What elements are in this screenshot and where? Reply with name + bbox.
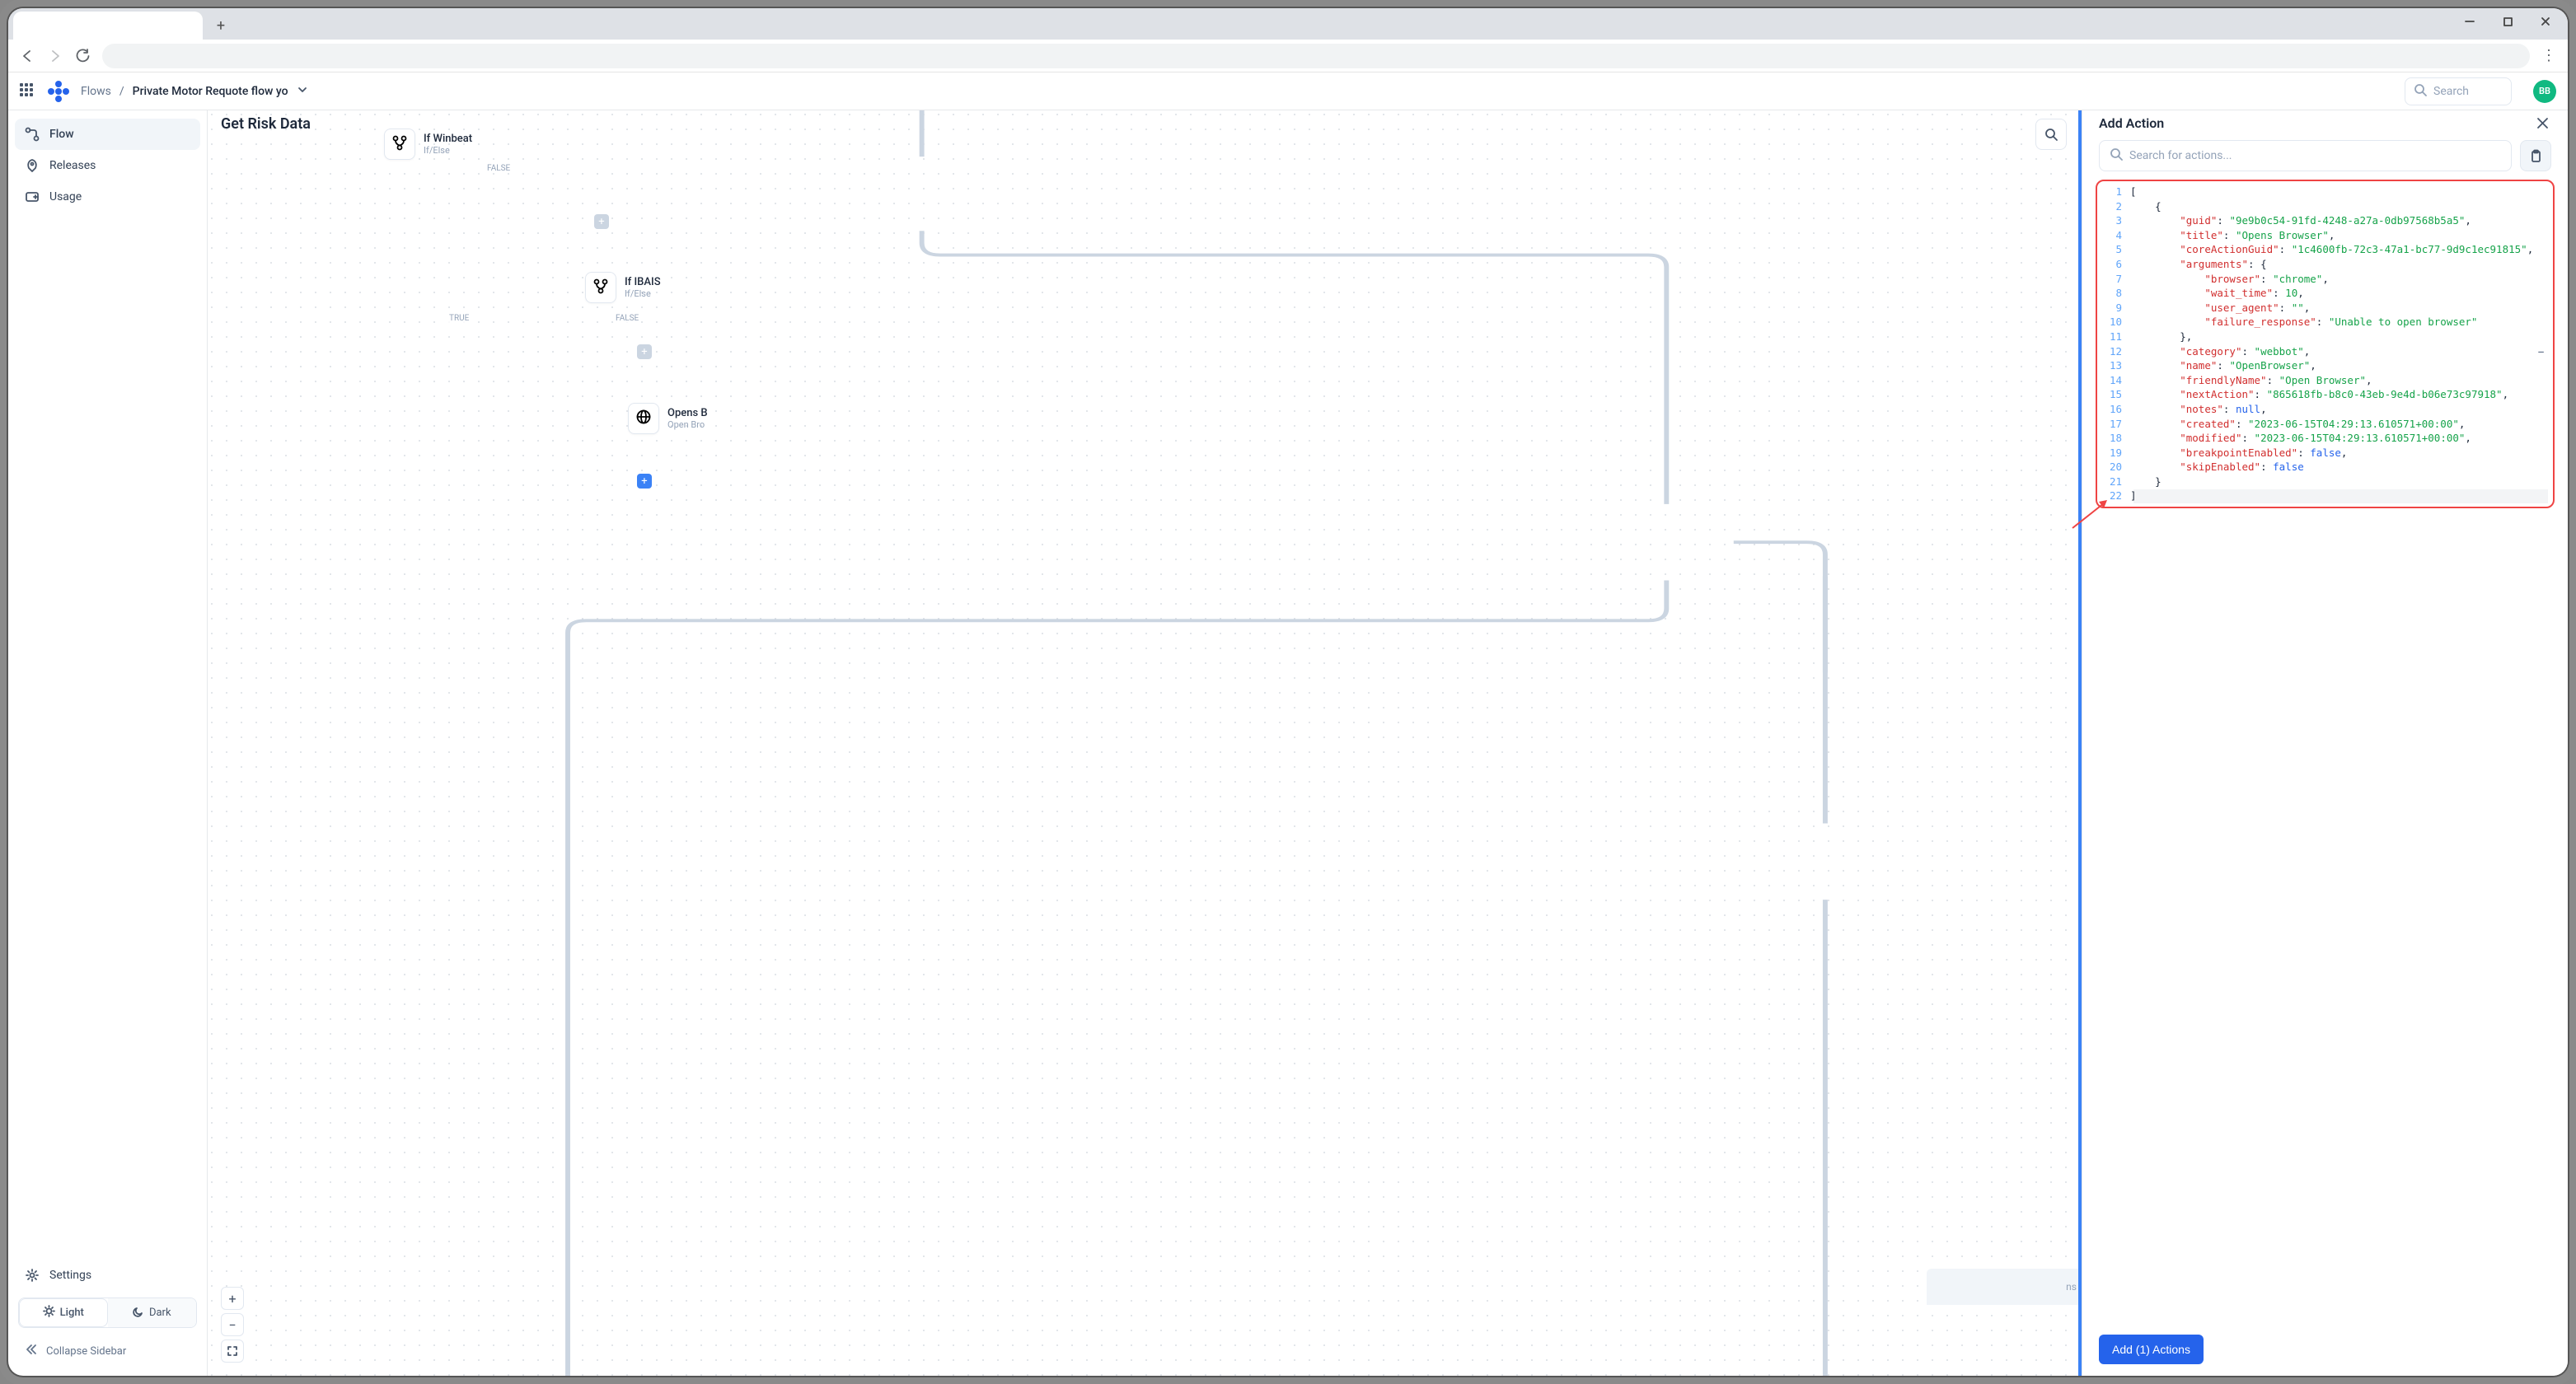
nav-reload-button[interactable]	[71, 44, 96, 68]
theme-dark-button[interactable]: Dark	[108, 1298, 197, 1327]
usage-icon	[25, 189, 40, 204]
window-close-button[interactable]	[2527, 8, 2564, 35]
add-action-panel: Add Action Search for actions... −	[2082, 110, 2568, 1376]
globe-icon	[635, 409, 652, 428]
clipboard-button[interactable]	[2520, 140, 2551, 171]
nav-forward-button[interactable]	[43, 44, 68, 68]
new-tab-button[interactable]: +	[209, 14, 232, 37]
breadcrumb-root[interactable]: Flows	[81, 85, 111, 98]
code-gutter: 12345678910111213141516171819202122	[2097, 185, 2130, 503]
flow-node-opens-browser[interactable]: Opens B Open Bro	[628, 403, 708, 434]
zoom-out-button[interactable]: −	[221, 1313, 244, 1336]
search-placeholder: Search	[2433, 85, 2469, 98]
action-search-input[interactable]: Search for actions...	[2099, 140, 2512, 171]
theme-light-button[interactable]: Light	[19, 1298, 108, 1327]
apps-grid-icon[interactable]	[20, 83, 36, 100]
global-search-input[interactable]: Search	[2405, 77, 2512, 105]
canvas-controls: + −	[221, 1287, 244, 1363]
node-title: If Winbeat	[424, 133, 472, 146]
node-title: If IBAIS	[625, 276, 661, 289]
sidebar-item-settings[interactable]: Settings	[15, 1260, 200, 1291]
sidebar-item-label: Usage	[49, 190, 82, 203]
edge-label: TRUE	[447, 314, 471, 323]
theme-light-label: Light	[60, 1307, 84, 1319]
node-subtitle: Open Bro	[667, 419, 708, 430]
add-node-button[interactable]: +	[594, 214, 609, 229]
browser-toolbar: ⋮	[8, 40, 2568, 72]
sidebar-item-releases[interactable]: Releases	[15, 150, 200, 181]
app-header: Flows / Private Motor Requote flow yo Se…	[8, 72, 2568, 110]
add-node-button[interactable]: +	[637, 474, 652, 489]
flow-node-winbeat[interactable]: If Winbeat If/Else	[384, 129, 472, 160]
branch-icon	[391, 134, 408, 154]
sun-icon	[43, 1305, 55, 1321]
browser-menu-button[interactable]: ⋮	[2536, 47, 2561, 64]
node-subtitle: If/Else	[424, 145, 472, 156]
window-maximize-button[interactable]	[2489, 8, 2527, 35]
canvas-search-button[interactable]	[2035, 119, 2067, 150]
flow-node-ibais[interactable]: If IBAIS If/Else	[585, 272, 661, 303]
code-editor[interactable]: − 12345678910111213141516171819202122 [ …	[2096, 180, 2555, 508]
theme-toggle: Light Dark	[18, 1298, 197, 1328]
sidebar-item-label: Releases	[49, 159, 96, 172]
theme-dark-label: Dark	[149, 1307, 171, 1319]
chevron-down-icon[interactable]	[297, 84, 308, 99]
code-source[interactable]: [ { "guid": "9e9b0c54-91fd-4248-a27a-0db…	[2130, 185, 2551, 503]
zoom-in-button[interactable]: +	[221, 1287, 244, 1310]
sidebar-item-label: Flow	[49, 128, 74, 141]
add-node-button[interactable]: +	[637, 344, 652, 359]
moon-icon	[133, 1306, 144, 1321]
settings-label: Settings	[49, 1269, 91, 1282]
edge-lines	[208, 110, 2082, 1376]
panel-resize-handle[interactable]	[2078, 110, 2082, 1376]
address-bar[interactable]	[102, 44, 2530, 68]
node-title: Opens B	[667, 407, 708, 420]
node-subtitle: If/Else	[625, 288, 661, 299]
flow-canvas[interactable]: Get Risk Data FALSE TRUE FALSE +	[208, 110, 2082, 1376]
search-icon	[2414, 83, 2427, 100]
avatar[interactable]: BB	[2533, 80, 2556, 103]
hover-preview: ns	[1927, 1269, 2082, 1305]
breadcrumb-separator: /	[119, 85, 124, 98]
panel-title: Add Action	[2099, 115, 2164, 131]
rocket-icon	[25, 158, 40, 173]
branch-icon	[592, 278, 609, 297]
window-minimize-button[interactable]	[2451, 8, 2489, 35]
sidebar-item-flow[interactable]: Flow	[15, 119, 200, 150]
collapse-sidebar-button[interactable]: Collapse Sidebar	[15, 1335, 200, 1368]
add-actions-button[interactable]: Add (1) Actions	[2099, 1335, 2204, 1364]
chevrons-left-icon	[25, 1343, 38, 1359]
edge-label: FALSE	[613, 314, 641, 323]
action-search-placeholder: Search for actions...	[2129, 149, 2232, 162]
sidebar: Flow Releases Usage Settings	[8, 110, 208, 1376]
close-panel-button[interactable]	[2533, 114, 2551, 132]
collapse-label: Collapse Sidebar	[46, 1345, 126, 1358]
breadcrumb: Flows / Private Motor Requote flow yo	[81, 84, 308, 99]
page-title: Get Risk Data	[221, 115, 311, 133]
flow-icon	[25, 127, 40, 142]
browser-tabstrip: +	[8, 8, 2568, 40]
edge-label: FALSE	[485, 164, 513, 173]
search-icon	[2110, 147, 2123, 164]
app-logo-icon[interactable]	[48, 81, 69, 102]
fit-view-button[interactable]	[221, 1340, 244, 1363]
nav-back-button[interactable]	[15, 44, 40, 68]
breadcrumb-current[interactable]: Private Motor Requote flow yo	[133, 85, 288, 98]
gear-icon	[25, 1268, 40, 1283]
browser-tab[interactable]	[13, 12, 203, 40]
sidebar-item-usage[interactable]: Usage	[15, 181, 200, 213]
